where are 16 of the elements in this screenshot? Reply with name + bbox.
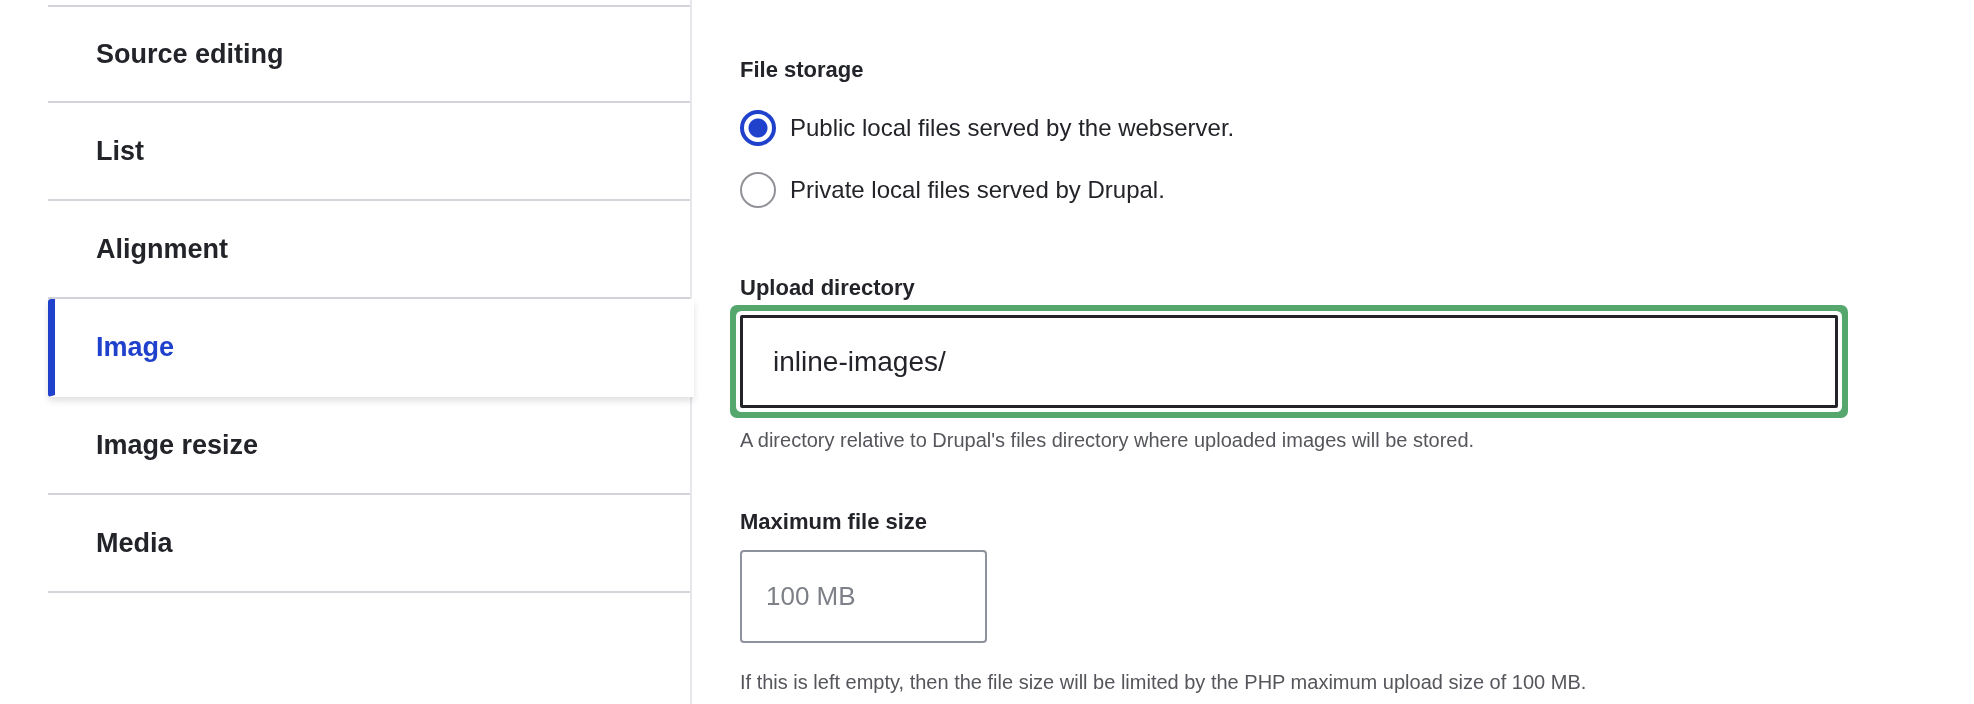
radio-label[interactable]: Private local files served by Drupal. — [790, 176, 1165, 204]
field-label: File storage — [740, 56, 864, 84]
field-description: If this is left empty, then the file size will be limited by the PHP maximum upload size of 100 MB. — [740, 670, 1587, 695]
sidebar-tab[interactable]: Media — [48, 495, 690, 593]
sidebar-tab[interactable]: Image resize — [48, 397, 690, 495]
sidebar-tab[interactable]: Image — [48, 299, 694, 397]
radio-button[interactable] — [740, 172, 776, 208]
field-description: A directory relative to Drupal's files directory where uploaded images will be stored. — [740, 428, 1475, 453]
radio-label[interactable]: Public local files served by the webserver. — [790, 114, 1235, 142]
field-label: Maximum file size — [740, 508, 928, 536]
input-field[interactable]: 100 MB — [740, 550, 987, 643]
input-field[interactable]: inline-images/ — [740, 315, 1838, 408]
sidebar-tab[interactable]: List — [48, 103, 690, 201]
sidebar-tab[interactable]: Source editing — [48, 5, 690, 103]
radio-button[interactable] — [740, 110, 776, 146]
field-label: Upload directory — [740, 274, 915, 302]
